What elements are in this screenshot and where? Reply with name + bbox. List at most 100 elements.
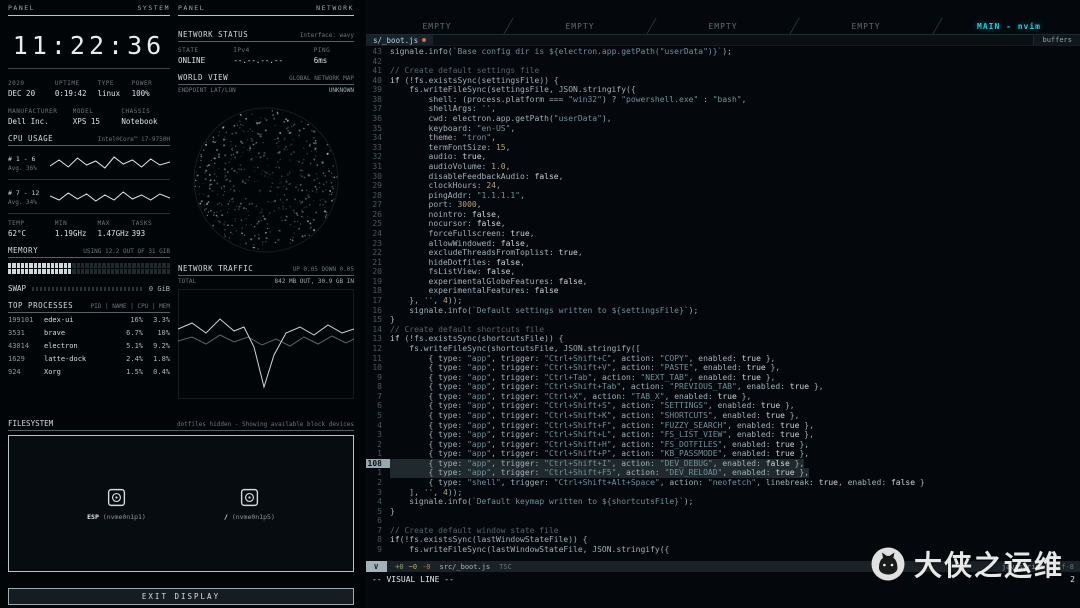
code-line: 42	[366, 57, 1080, 67]
bufferline: s/_boot.js buffers	[366, 35, 1080, 46]
process-row: 924Xorg1.5%0.4%	[8, 366, 170, 378]
git-diff-indicator: +0 ~0 -0	[395, 563, 430, 571]
code-line: 35 keyboard: "en-US",	[366, 124, 1080, 134]
code-line: 4 signale.info(`Default keymap written t…	[366, 497, 1080, 507]
process-list: 199101edex-ui16%3.3% 3531brave6.7%10% 43…	[8, 314, 170, 378]
hardware-info-row: MANUFACTURERDell Inc. MODELXPS 15 CHASSI…	[8, 108, 170, 126]
manufacturer-field: MANUFACTURERDell Inc.	[8, 108, 73, 126]
cpu-stats-row: TEMP62°C MIN1.19GHz MAX1.47GHz TASKS393	[8, 220, 170, 238]
statusline-filename: src/_boot.js	[440, 563, 491, 571]
code-line: 4 { type: "app", trigger: "Ctrl+Shift+F"…	[366, 421, 1080, 431]
tab-main[interactable]: MAIN - nvim	[938, 18, 1080, 34]
network-panel-header: PANEL NETWORK	[178, 4, 354, 16]
state-field: STATEONLINE	[178, 47, 233, 65]
cpu-graph-2: # 7 - 12 Avg. 34%	[8, 184, 170, 214]
code-line: 36 cwd: electron.app.getPath("userData")…	[366, 114, 1080, 124]
cpu-cores-label: # 1 - 6	[8, 155, 44, 163]
code-line: 5 { type: "app", trigger: "Ctrl+Shift+K"…	[366, 411, 1080, 421]
code-line: 6 { type: "app", trigger: "Ctrl+Shift+S"…	[366, 401, 1080, 411]
code-line: 39 fs.writeFileSync(settingsFile, JSON.s…	[366, 85, 1080, 95]
power-field: POWER100%	[132, 80, 170, 98]
code-line: 10 { type: "app", trigger: "Ctrl+Shift+V…	[366, 363, 1080, 373]
memory-section-header: MEMORY USING 12.2 OUT OF 31 GIB	[8, 246, 170, 258]
filesystem-browser[interactable]: ESP (nvme0n1p1) / (nvme0n1p5)	[8, 435, 354, 572]
network-traffic-header: NETWORK TRAFFIC UP 0.05 DOWN 0.05	[178, 264, 354, 276]
panel-title: NETWORK	[316, 4, 354, 12]
panel-label: PANEL	[178, 4, 205, 12]
network-traffic-subrow: TOTAL 842 MB OUT, 30.9 GB IN	[178, 278, 354, 285]
network-status-fields: STATEONLINE IPv4--.--.--.-- PING6ms	[178, 47, 354, 65]
system-panel-header: PANEL SYSTEM	[8, 4, 170, 16]
code-line: 8 { type: "app", trigger: "Ctrl+Shift+Ta…	[366, 382, 1080, 392]
tab-1[interactable]: EMPTY	[366, 18, 508, 34]
max-freq-field: MAX1.47GHz	[98, 220, 132, 238]
code-line: 16 signale.info(`Default settings writte…	[366, 306, 1080, 316]
code-line: 25 nocursor: false,	[366, 219, 1080, 229]
panel-label: PANEL	[8, 4, 35, 12]
interface-label: Interface: wavy	[300, 32, 354, 39]
disk-icon	[239, 487, 260, 508]
code-line: 6	[366, 516, 1080, 526]
code-line: 41// Create default settings file	[366, 66, 1080, 76]
code-line: 7// Create default window state file	[366, 526, 1080, 536]
date-field: 2020DEC 20	[8, 80, 55, 98]
code-line: 27 port: 3000,	[366, 200, 1080, 210]
ping-field: PING6ms	[314, 47, 354, 65]
code-line: 33 termFontSize: 15,	[366, 143, 1080, 153]
code-line: 1 { type: "app", trigger: "Ctrl+Shift+P"…	[366, 449, 1080, 459]
cpu-sparkline-2	[50, 184, 170, 210]
traffic-chart	[178, 289, 354, 399]
code-line: 37 shellArgs: '',	[366, 104, 1080, 114]
tab-4[interactable]: EMPTY	[795, 18, 937, 34]
code-line: 3 { type: "app", trigger: "Ctrl+Shift+L"…	[366, 430, 1080, 440]
code-line: 14// Create default shortcuts file	[366, 325, 1080, 335]
process-row: 1629latte-dock2.4%1.8%	[8, 353, 170, 365]
code-line: 2 { type: "app", trigger: "Ctrl+Shift+H"…	[366, 440, 1080, 450]
model-field: MODELXPS 15	[73, 108, 122, 126]
code-line: 32 audio: true,	[366, 152, 1080, 162]
terminal-area: EMPTY EMPTY EMPTY EMPTY MAIN - nvim s/_b…	[366, 0, 1080, 608]
watermark-logo-icon	[871, 547, 905, 581]
processes-section-header: TOP PROCESSES PID | NAME | CPU | MEM	[8, 301, 170, 313]
memory-cells	[8, 263, 170, 274]
filesystem-section: FILESYSTEM dotfiles hidden - Showing ava…	[8, 419, 354, 572]
process-row: 199101edex-ui16%3.3%	[8, 314, 170, 326]
uptime-field: UPTIME0:19:42	[55, 80, 98, 98]
code-line: 5}	[366, 507, 1080, 517]
buffer-tab[interactable]: s/_boot.js	[366, 35, 433, 45]
tab-3[interactable]: EMPTY	[652, 18, 794, 34]
network-status-header: NETWORK STATUS Interface: wavy	[178, 30, 354, 42]
code-line: 23 allowWindowed: false,	[366, 239, 1080, 249]
endpoint-value: UNKNOWN	[329, 87, 354, 94]
buffers-label: buffers	[1033, 35, 1080, 45]
code-line: 1 { type: "app", trigger: "Ctrl+Shift+F5…	[366, 468, 1080, 478]
cpu-graph-1: # 1 - 6 Avg. 36%	[8, 150, 170, 180]
watermark: 大侠之运维	[871, 544, 1064, 584]
cpu-avg-label: Avg. 34%	[8, 199, 44, 206]
code-line: 13if (!fs.existsSync(shortcutsFile)) {	[366, 334, 1080, 344]
code-line: 30 disableFeedbackAudio: false,	[366, 172, 1080, 182]
globe	[178, 96, 354, 260]
panel-title: SYSTEM	[138, 4, 170, 12]
tab-2[interactable]: EMPTY	[509, 18, 651, 34]
total-label: TOTAL	[178, 278, 196, 285]
world-view-subrow: ENDPOINT LAT/LON UNKNOWN	[178, 87, 354, 94]
code-line: 11 { type: "app", trigger: "Ctrl+Shift+C…	[366, 354, 1080, 364]
min-freq-field: MIN1.19GHz	[55, 220, 98, 238]
world-view-header: WORLD VIEW GLOBAL NETWORK MAP	[178, 73, 354, 85]
code-lines[interactable]: 43signale.info(`Base config dir is ${ele…	[366, 46, 1080, 561]
code-line: 26 nointro: false,	[366, 210, 1080, 220]
disk-esp[interactable]: ESP (nvme0n1p1)	[87, 487, 146, 521]
process-row: 43014electron5.1%9.2%	[8, 340, 170, 352]
watermark-text: 大侠之运维	[914, 544, 1064, 584]
total-value: 842 MB OUT, 30.9 GB IN	[275, 278, 354, 285]
cpu-section-header: CPU USAGE Intel®Core™ i7-9750H	[8, 134, 170, 146]
chassis-field: CHASSISNotebook	[121, 108, 170, 126]
code-line: 31 audioVolume: 1.0,	[366, 162, 1080, 172]
exit-display-button[interactable]: EXIT DISPLAY	[8, 588, 354, 605]
process-row: 3531brave6.7%10%	[8, 327, 170, 339]
disk-root[interactable]: / (nvme0n1p5)	[224, 487, 275, 521]
cpu-cores-label: # 7 - 12	[8, 189, 44, 197]
code-line: 20 fsListView: false,	[366, 267, 1080, 277]
code-line: 28 pingAddr: "1.1.1.1",	[366, 191, 1080, 201]
